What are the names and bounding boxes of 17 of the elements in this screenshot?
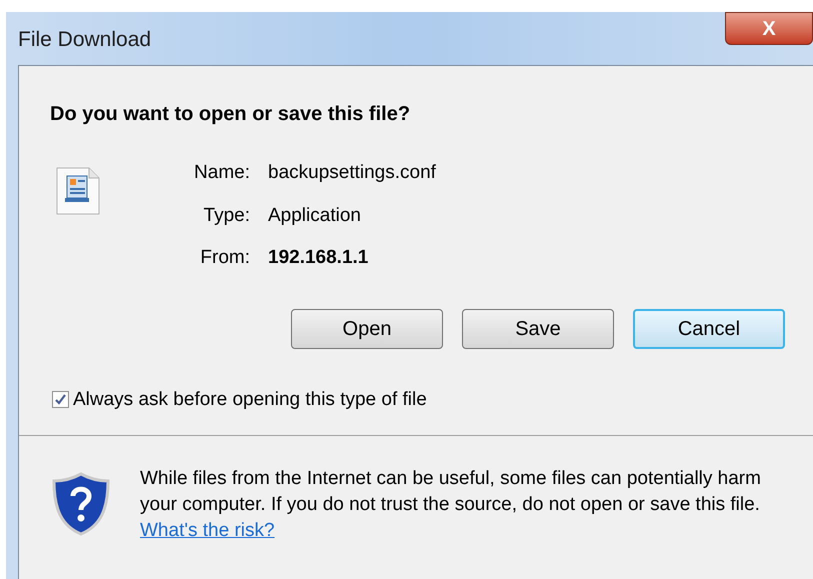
field-label: From:: [199, 246, 250, 270]
field-value: backupsettings.conf: [268, 161, 436, 185]
field-value: 192.168.1.1: [268, 246, 368, 270]
field-value: Application: [268, 204, 361, 228]
field-label: Type:: [202, 204, 250, 228]
dialog-button[interactable]: Cancel: [633, 308, 785, 348]
document-icon: [55, 166, 101, 216]
always-ask-checkbox[interactable]: [52, 391, 69, 408]
always-ask-label: Always ask before opening this type of file: [73, 388, 427, 412]
field-label: Name:: [193, 161, 250, 185]
shield-question-icon: [52, 472, 110, 536]
dialog-button[interactable]: Open: [291, 308, 443, 348]
window-title: File Download: [18, 27, 152, 53]
warning-text: While files from the Internet can be useful, some files can potentially harm your computer. If you do not trust the source, do not open or save this file. What's the risk?: [140, 467, 762, 543]
dialog-button[interactable]: Save: [462, 308, 614, 348]
dialog-question: Do you want to open or save this file?: [50, 102, 412, 127]
risk-link[interactable]: What's the risk?: [140, 520, 275, 541]
